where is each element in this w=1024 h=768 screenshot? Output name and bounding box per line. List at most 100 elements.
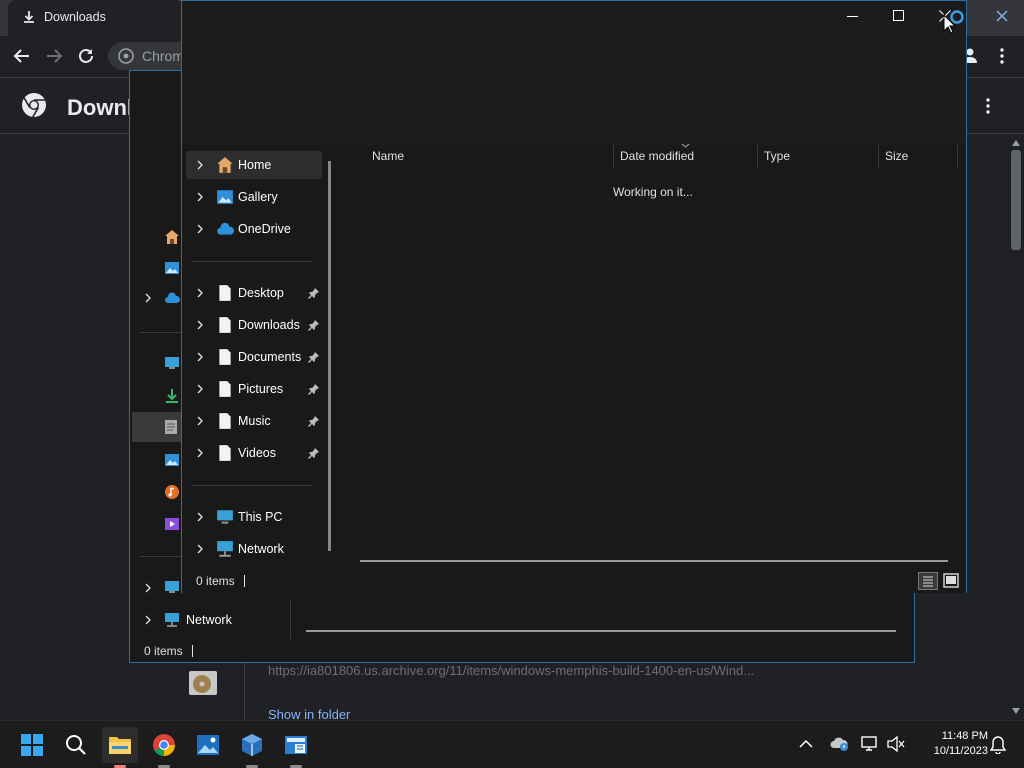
nav-item-home[interactable]: Home bbox=[186, 151, 322, 179]
chevron-right-icon[interactable] bbox=[194, 447, 206, 459]
taskbar-virtualbox[interactable] bbox=[234, 727, 270, 768]
volume-muted-icon[interactable] bbox=[887, 736, 905, 752]
nav-item-network[interactable]: Network bbox=[186, 535, 322, 563]
chevron-right-icon[interactable] bbox=[144, 293, 152, 303]
chevron-right-icon[interactable] bbox=[194, 383, 206, 395]
pin-icon[interactable] bbox=[308, 287, 320, 299]
nav-item-music[interactable]: Music bbox=[186, 407, 322, 435]
nav-item-downloads[interactable]: Downloads bbox=[186, 311, 322, 339]
nav-item-label: Network bbox=[238, 542, 284, 556]
chevron-right-icon[interactable] bbox=[194, 543, 206, 555]
chrome-menu-icon[interactable] bbox=[1000, 48, 1004, 64]
chrome-close-icon[interactable] bbox=[995, 9, 1009, 23]
cloud-icon bbox=[216, 220, 234, 238]
nav-item-desktop[interactable]: Desktop bbox=[186, 279, 322, 307]
tray-time: 11:48 PM bbox=[941, 730, 988, 742]
nav-item-label: Music bbox=[238, 414, 271, 428]
chevron-right-icon[interactable] bbox=[144, 583, 152, 593]
chevron-right-icon[interactable] bbox=[194, 159, 206, 171]
chevron-right-icon[interactable] bbox=[194, 223, 206, 235]
tray-clock[interactable]: 11:48 PM 10/11/2023 bbox=[912, 729, 988, 759]
scroll-down-icon[interactable] bbox=[1012, 708, 1020, 714]
nav-item-videos[interactable]: Videos bbox=[186, 439, 322, 467]
download-icon bbox=[22, 10, 36, 24]
documents-icon bbox=[164, 419, 178, 435]
chrome-tab-downloads[interactable]: Downloads bbox=[8, 0, 183, 36]
videos-icon bbox=[164, 516, 180, 532]
network-tray-icon[interactable] bbox=[861, 736, 879, 752]
taskbar-app[interactable] bbox=[278, 727, 314, 768]
pane-divider bbox=[290, 599, 291, 639]
horizontal-scrollbar[interactable] bbox=[360, 560, 948, 562]
chevron-right-icon[interactable] bbox=[194, 319, 206, 331]
large-icons-view-icon[interactable] bbox=[942, 572, 960, 590]
search-icon bbox=[65, 734, 87, 756]
column-header-size[interactable]: Size bbox=[885, 149, 908, 163]
nav-item-gallery[interactable]: Gallery bbox=[186, 183, 322, 211]
taskbar-search-button[interactable] bbox=[58, 727, 94, 763]
chevron-right-icon[interactable] bbox=[194, 415, 206, 427]
column-header-date[interactable]: Date modified bbox=[620, 149, 694, 163]
pin-icon[interactable] bbox=[308, 351, 320, 363]
chevron-right-icon[interactable] bbox=[194, 351, 206, 363]
chrome-scroll-thumb[interactable] bbox=[1011, 150, 1021, 250]
column-header-type[interactable]: Type bbox=[764, 149, 790, 163]
status-divider bbox=[244, 575, 245, 587]
desktop-icon bbox=[164, 356, 180, 370]
nav-item-pictures[interactable]: Pictures bbox=[186, 375, 322, 403]
column-divider[interactable] bbox=[613, 145, 614, 169]
taskbar: 11:48 PM 10/11/2023 bbox=[0, 720, 1024, 768]
maximize-button[interactable] bbox=[876, 1, 922, 31]
nav-item-this-pc[interactable]: This PC bbox=[186, 503, 322, 531]
network-icon bbox=[164, 612, 180, 628]
notification-bell-icon[interactable] bbox=[990, 736, 1006, 754]
music-icon bbox=[164, 484, 180, 500]
download-url[interactable]: https://ia801806.us.archive.org/11/items… bbox=[268, 663, 754, 678]
nav-network-label[interactable]: Network bbox=[186, 613, 232, 627]
taskbar-chrome[interactable] bbox=[146, 727, 182, 768]
explorer-titlebar[interactable] bbox=[182, 1, 966, 145]
document-icon bbox=[216, 348, 234, 366]
document-icon bbox=[216, 412, 234, 430]
nav-item-label: Documents bbox=[238, 350, 302, 364]
forward-icon[interactable] bbox=[45, 47, 63, 65]
horizontal-scrollbar[interactable] bbox=[306, 630, 896, 632]
onedrive-tray-icon[interactable] bbox=[829, 736, 849, 752]
taskbar-photos[interactable] bbox=[190, 727, 226, 763]
status-divider bbox=[192, 645, 193, 657]
nav-item-onedrive[interactable]: OneDrive bbox=[186, 215, 322, 243]
scroll-up-icon[interactable] bbox=[1012, 140, 1020, 146]
pin-icon[interactable] bbox=[308, 415, 320, 427]
start-icon bbox=[20, 733, 44, 757]
chevron-right-icon[interactable] bbox=[194, 191, 206, 203]
details-view-icon[interactable] bbox=[918, 572, 938, 590]
reload-icon[interactable] bbox=[77, 47, 95, 65]
back-icon[interactable] bbox=[13, 47, 31, 65]
pin-icon[interactable] bbox=[308, 383, 320, 395]
download-folder-icon bbox=[164, 388, 180, 404]
column-divider[interactable] bbox=[757, 145, 758, 169]
chevron-right-icon[interactable] bbox=[144, 615, 152, 625]
chevron-up-icon[interactable] bbox=[799, 739, 813, 748]
chevron-right-icon[interactable] bbox=[194, 511, 206, 523]
nav-scrollbar[interactable] bbox=[328, 161, 331, 551]
start-button[interactable] bbox=[14, 727, 50, 763]
downloads-menu-icon[interactable] bbox=[986, 98, 990, 114]
status-bar: 0 items bbox=[182, 569, 966, 593]
pin-icon[interactable] bbox=[308, 319, 320, 331]
chevron-right-icon[interactable] bbox=[194, 287, 206, 299]
chrome-logo-icon bbox=[21, 92, 47, 118]
column-header-name[interactable]: Name bbox=[372, 149, 404, 163]
loading-text: Working on it... bbox=[613, 185, 693, 199]
minimize-icon bbox=[847, 16, 858, 18]
pin-icon[interactable] bbox=[308, 447, 320, 459]
column-divider[interactable] bbox=[957, 145, 958, 169]
taskbar-file-explorer[interactable] bbox=[102, 727, 138, 768]
minimize-button[interactable] bbox=[830, 1, 876, 31]
nav-divider bbox=[192, 485, 312, 486]
chrome-tab-title: Downloads bbox=[44, 10, 106, 24]
home-icon bbox=[216, 156, 234, 174]
column-divider[interactable] bbox=[878, 145, 879, 169]
nav-item-documents[interactable]: Documents bbox=[186, 343, 322, 371]
nav-item-label: This PC bbox=[238, 510, 283, 524]
